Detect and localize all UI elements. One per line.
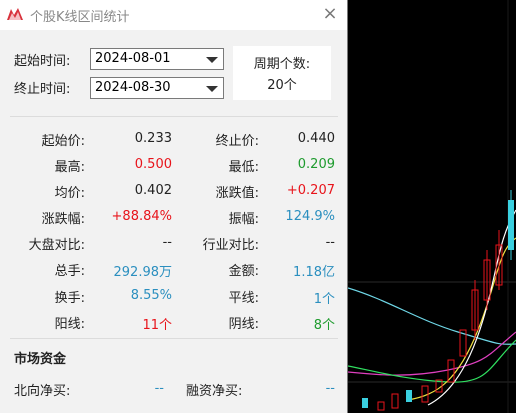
end-time-select[interactable]: 2024-08-30	[90, 77, 224, 99]
volume-label: 总手:	[54, 264, 85, 279]
dropdown-arrow-icon[interactable]	[206, 57, 218, 63]
candle	[406, 390, 412, 402]
northbound-value: --	[154, 381, 164, 396]
avg-price-label: 均价:	[54, 186, 85, 201]
flat-count-label: 平线:	[228, 291, 259, 306]
divider	[10, 116, 338, 117]
change-pct-value: +88.84%	[111, 209, 172, 224]
up-count-label: 阳线:	[54, 317, 85, 332]
high-label: 最高:	[54, 160, 85, 175]
end-time-label: 终止时间:	[14, 82, 71, 97]
end-price-label: 终止价:	[215, 134, 259, 149]
northbound-label: 北向净买:	[14, 384, 71, 399]
kline-range-stats-dialog: 个股K线区间统计 × 起始时间: 2024-08-01 终止时间: 2024-0…	[0, 0, 348, 413]
low-label: 最低:	[228, 160, 259, 175]
dropdown-arrow-icon[interactable]	[206, 86, 218, 92]
amount-value: 1.18亿	[293, 265, 335, 280]
change-label: 涨跌值:	[215, 186, 259, 201]
avg-price-value: 0.402	[134, 183, 172, 198]
vs-industry-value: --	[325, 235, 335, 250]
background-kline-chart	[348, 0, 516, 413]
amplitude-label: 振幅:	[228, 212, 259, 227]
candle	[362, 398, 368, 408]
app-icon	[7, 8, 23, 20]
window-title: 个股K线区间统计	[30, 10, 130, 25]
turnover-label: 换手:	[54, 291, 85, 306]
divider	[10, 338, 338, 339]
market-funds-title: 市场资金	[14, 352, 67, 367]
start-time-label: 起始时间:	[14, 54, 71, 69]
vs-market-label: 大盘对比:	[28, 238, 85, 253]
title-bar[interactable]: 个股K线区间统计 ×	[0, 0, 347, 30]
high-value: 0.500	[134, 157, 172, 172]
period-count-label: 周期个数:	[253, 57, 311, 72]
start-price-value: 0.233	[134, 131, 172, 146]
period-count-box: 周期个数: 20个	[233, 46, 331, 100]
period-count-value: 20个	[267, 78, 297, 93]
close-icon[interactable]: ×	[318, 2, 342, 26]
vs-market-value: --	[162, 235, 172, 250]
down-count-label: 阴线:	[228, 317, 259, 332]
volume-value: 292.98万	[113, 265, 173, 280]
vs-industry-label: 行业对比:	[202, 238, 259, 253]
start-price-label: 起始价:	[41, 134, 85, 149]
margin-label: 融资净买:	[186, 384, 243, 399]
change-value: +0.207	[286, 183, 335, 198]
turnover-value: 8.55%	[130, 288, 172, 303]
down-count-value: 8个	[313, 318, 335, 333]
flat-count-value: 1个	[313, 292, 335, 307]
end-price-value: 0.440	[297, 131, 335, 146]
amount-label: 金额:	[228, 264, 259, 279]
up-count-value: 11个	[142, 318, 172, 333]
start-time-select[interactable]: 2024-08-01	[90, 48, 224, 70]
end-time-value: 2024-08-30	[95, 80, 171, 95]
change-pct-label: 涨跌幅:	[41, 212, 85, 227]
start-time-value: 2024-08-01	[95, 51, 171, 66]
amplitude-value: 124.9%	[285, 209, 335, 224]
low-value: 0.209	[297, 157, 335, 172]
margin-value: --	[325, 381, 335, 396]
